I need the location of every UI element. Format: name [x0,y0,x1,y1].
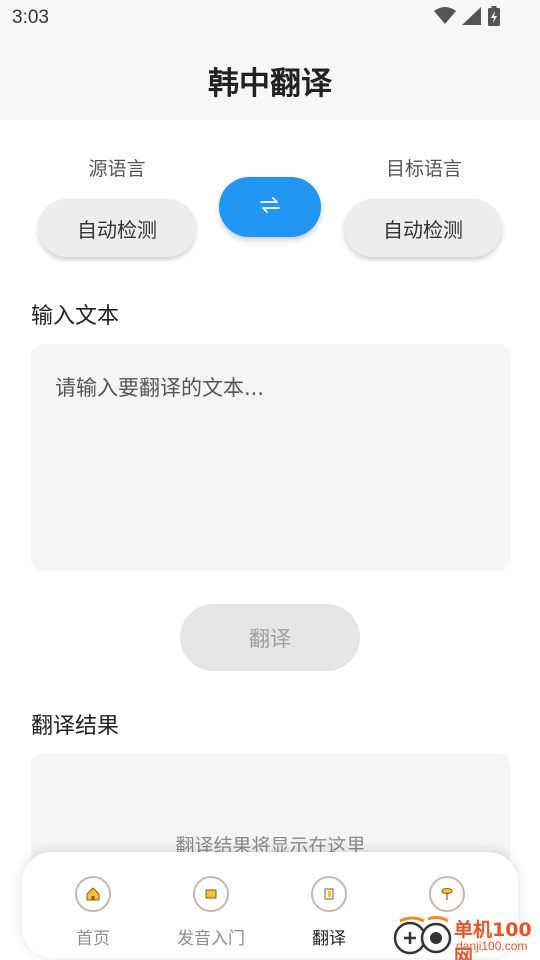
battery-charging-icon [488,6,500,30]
translate-icon [311,876,347,912]
swap-arrows-icon [259,196,281,218]
cell-signal-icon [462,7,482,29]
nav-label-translate: 翻译 [312,929,346,949]
source-language-value: 自动检测 [77,217,157,242]
translate-button[interactable]: 翻译 [180,604,360,671]
watermark: 单机100网 danji100.com [392,913,540,960]
pin-icon [429,876,465,912]
watermark-text-cn: 单机100网 [454,919,532,960]
page-title: 韩中翻译 [208,66,332,102]
status-time: 3:03 [12,7,49,28]
target-language-button[interactable]: 自动检测 [344,199,502,257]
status-bar: 3:03 [0,0,540,36]
nav-label-home: 首页 [76,929,110,949]
nav-label-pronunciation: 发音入门 [177,929,245,949]
watermark-text-en: danji100.com [456,939,528,953]
watermark-logo-icon [393,915,452,955]
source-text-input[interactable] [31,344,510,571]
nav-item-translate[interactable]: 翻译 [274,876,384,954]
swap-languages-button[interactable] [219,177,321,237]
status-icons [434,6,500,30]
source-language-button[interactable]: 自动检测 [38,199,196,257]
target-language-value: 自动检测 [383,217,463,242]
book-icon [193,876,229,912]
input-section-label: 输入文本 [31,304,120,329]
source-language-label: 源语言 [88,158,146,180]
nav-item-pronunciation[interactable]: 发音入门 [156,876,266,954]
translate-button-label: 翻译 [249,626,291,651]
output-section-label: 翻译结果 [31,714,120,739]
target-language-label: 目标语言 [385,158,462,180]
wifi-icon [434,7,456,29]
home-icon [75,876,111,912]
nav-item-home[interactable]: 首页 [38,876,148,954]
